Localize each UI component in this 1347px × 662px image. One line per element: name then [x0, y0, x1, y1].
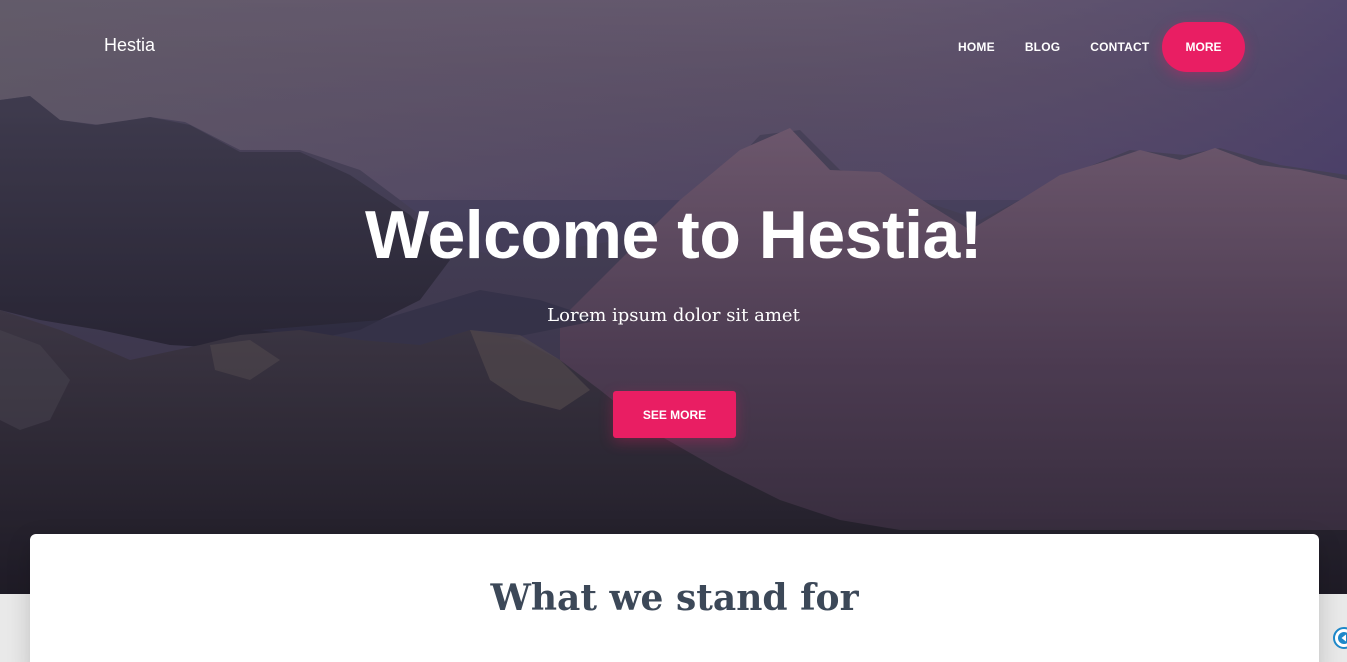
- hero-title: Welcome to Hestia!: [364, 197, 983, 273]
- back-arrow-glyph-icon: [1338, 632, 1347, 644]
- nav-link-contact[interactable]: CONTACT: [1090, 39, 1149, 55]
- more-button[interactable]: MORE: [1162, 22, 1245, 72]
- brand-logo-link[interactable]: Hestia: [104, 35, 155, 56]
- nav-link-blog[interactable]: BLOG: [1025, 39, 1060, 55]
- nav-links: HOME BLOG CONTACT: [958, 39, 1179, 55]
- nav-link-home[interactable]: HOME: [958, 39, 995, 55]
- section-title: What we stand for: [490, 577, 859, 619]
- page: Hestia HOME BLOG CONTACT MORE Welcome to…: [0, 0, 1347, 662]
- features-card: What we stand for: [30, 534, 1319, 662]
- top-navbar: Hestia HOME BLOG CONTACT MORE: [0, 0, 1347, 94]
- hero-subtitle: Lorem ipsum dolor sit amet: [547, 305, 800, 326]
- back-arrow-icon[interactable]: [1333, 627, 1347, 649]
- see-more-button[interactable]: SEE MORE: [613, 391, 736, 438]
